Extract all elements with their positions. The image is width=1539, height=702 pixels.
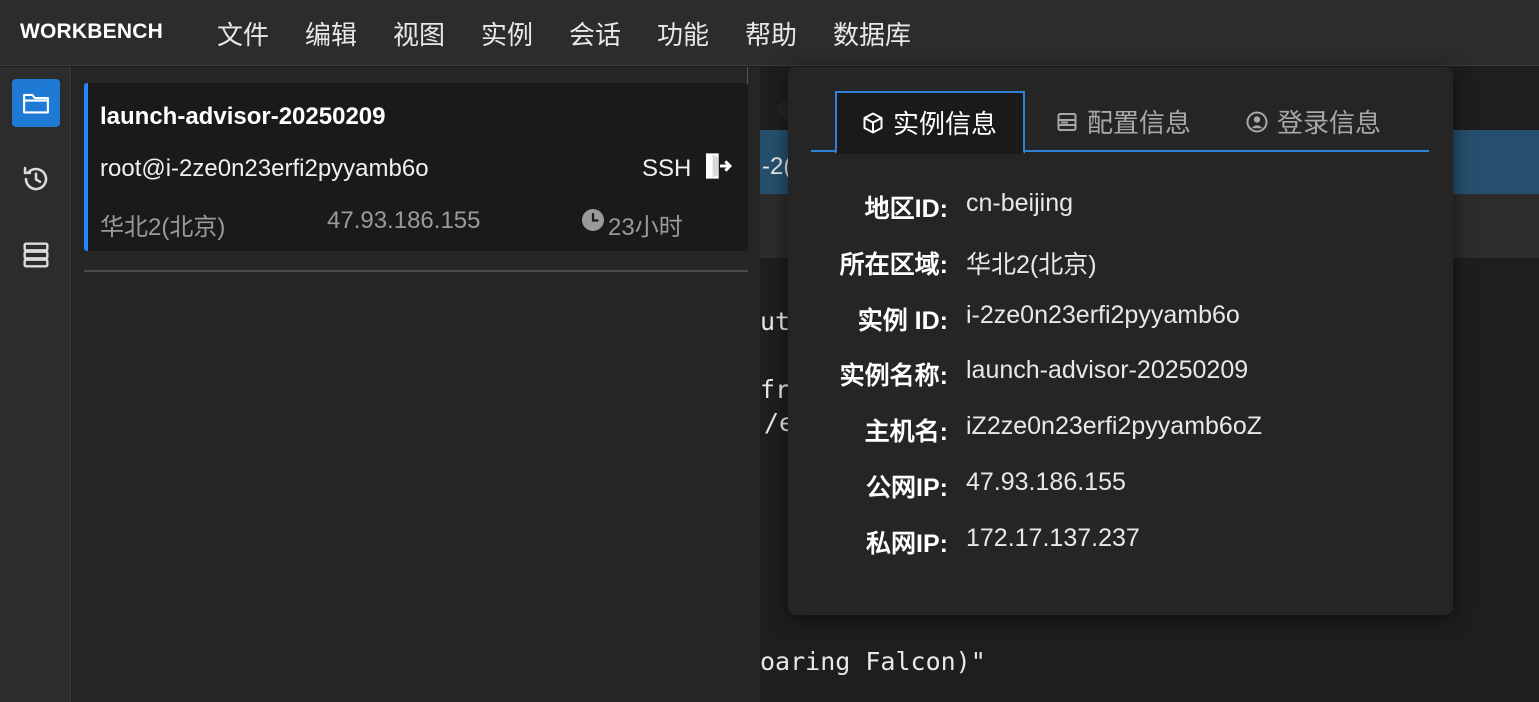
tab-config-info[interactable]: 配置信息 — [1055, 91, 1191, 152]
info-row-hostname: 主机名: iZ2ze0n23erfi2pyyamb6oZ — [788, 412, 1453, 448]
session-sidebar: launch-advisor-20250209 root@i-2ze0n23er… — [72, 67, 760, 702]
info-value: launch-advisor-20250209 — [966, 356, 1249, 384]
session-ip: 47.93.186.155 — [327, 207, 481, 234]
sessions-button[interactable] — [12, 79, 60, 127]
cube-icon — [863, 112, 883, 133]
info-label: 公网IP: — [866, 474, 948, 502]
tab-label: 实例信息 — [893, 109, 998, 139]
server-list-icon — [23, 242, 49, 268]
session-duration: 23小时 — [608, 214, 683, 241]
popover-tabs: 实例信息 配置信息 登录信息 — [811, 91, 1429, 154]
tab-label: 配置信息 — [1087, 108, 1192, 138]
server-list-button[interactable] — [12, 231, 60, 279]
terminal-tab-fragment: -2( — [762, 153, 792, 180]
info-value: 47.93.186.155 — [966, 468, 1126, 496]
history-icon — [23, 166, 48, 191]
menu-bar: WORKBENCH 文件 编辑 视图 实例 会话 功能 帮助 数据库 — [0, 0, 1539, 66]
info-row-zone: 所在区域: 华北2(北京) — [788, 245, 1453, 281]
info-label: 主机名: — [864, 418, 948, 446]
menu-features[interactable]: 功能 — [657, 15, 709, 52]
info-row-private-ip: 私网IP: 172.17.137.237 — [788, 524, 1453, 560]
sidebar-divider — [84, 270, 748, 272]
info-label: 地区ID: — [864, 195, 948, 223]
info-value: 华北2(北京) — [966, 251, 1097, 279]
session-name: launch-advisor-20250209 — [100, 103, 386, 130]
info-row-public-ip: 公网IP: 47.93.186.155 — [788, 468, 1453, 504]
tab-instance-info[interactable]: 实例信息 — [835, 91, 1025, 154]
info-label: 实例 ID: — [857, 307, 948, 335]
menu-view[interactable]: 视图 — [393, 15, 445, 52]
terminal-line: oaring Falcon)" — [760, 647, 986, 676]
popover-arrow — [775, 95, 789, 123]
disconnect-icon[interactable] — [702, 150, 734, 182]
server-config-icon — [1057, 112, 1077, 131]
menu-instance[interactable]: 实例 — [481, 15, 533, 52]
menu-session[interactable]: 会话 — [569, 15, 621, 52]
session-region: 华北2(北京) — [100, 214, 226, 241]
session-user-host: root@i-2ze0n23erfi2pyyamb6o — [100, 155, 429, 182]
info-label: 私网IP: — [866, 530, 948, 558]
info-value: iZ2ze0n23erfi2pyyamb6oZ — [966, 412, 1262, 440]
menu-file[interactable]: 文件 — [217, 15, 269, 52]
instance-info-popover: 实例信息 配置信息 登录信息 地区ID: cn-beijing 所在区域: 华北… — [788, 67, 1453, 615]
history-button[interactable] — [12, 155, 60, 203]
menu-database[interactable]: 数据库 — [833, 15, 911, 52]
activity-bar — [0, 67, 71, 702]
menu-help[interactable]: 帮助 — [745, 15, 797, 52]
session-protocol: SSH — [642, 155, 692, 182]
folder-icon — [23, 93, 49, 114]
tab-login-info[interactable]: 登录信息 — [1245, 91, 1381, 152]
clock-icon — [582, 209, 604, 231]
info-value: 172.17.137.237 — [966, 524, 1140, 552]
tab-label: 登录信息 — [1277, 108, 1382, 138]
menu-edit[interactable]: 编辑 — [305, 15, 357, 52]
app-brand: WORKBENCH — [20, 20, 163, 43]
session-card[interactable]: launch-advisor-20250209 root@i-2ze0n23er… — [84, 83, 748, 251]
info-row-instance-id: 实例 ID: i-2ze0n23erfi2pyyamb6o — [788, 301, 1453, 337]
user-circle-icon — [1246, 111, 1268, 132]
info-row-instance-name: 实例名称: launch-advisor-20250209 — [788, 356, 1453, 392]
info-label: 实例名称: — [839, 362, 948, 390]
info-label: 所在区域: — [839, 251, 948, 279]
info-value: cn-beijing — [966, 189, 1074, 217]
info-value: i-2ze0n23erfi2pyyamb6o — [966, 301, 1240, 329]
info-row-region-id: 地区ID: cn-beijing — [788, 189, 1453, 225]
